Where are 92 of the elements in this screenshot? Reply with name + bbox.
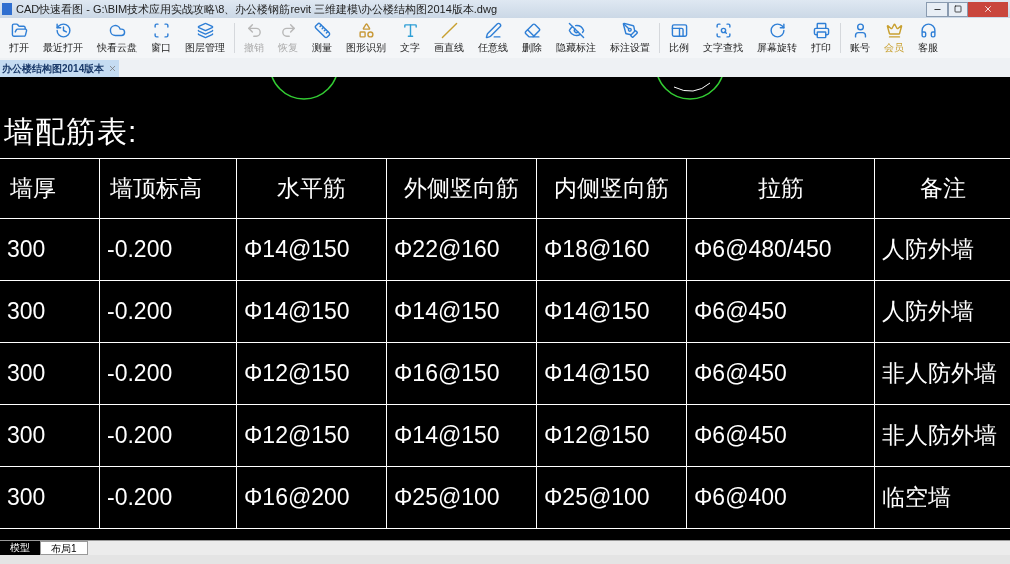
layout-tab[interactable]: 布局1	[40, 541, 88, 555]
headset-icon	[919, 22, 937, 39]
toolbar-button[interactable]: 屏幕旋转	[750, 19, 804, 57]
table-cell: Φ25@100	[387, 467, 537, 528]
toolbar-button[interactable]: 打印	[804, 19, 838, 57]
table-cell-text: 人防外墙	[881, 235, 975, 265]
toolbar-button[interactable]: 删除	[515, 19, 549, 57]
toolbar-button[interactable]: 打开	[2, 19, 36, 57]
column-header: 内侧竖向筋	[537, 159, 687, 218]
toolbar-button[interactable]: 图层管理	[178, 19, 232, 57]
search-icon	[714, 22, 732, 39]
table-cell-text: 临空墙	[881, 483, 952, 513]
table-title: 墙配筋表:	[4, 115, 138, 148]
table-cell: Φ16@200	[237, 467, 387, 528]
shapes-icon	[357, 22, 375, 39]
table-cell-text: 人防外墙	[881, 297, 975, 327]
close-icon	[983, 4, 993, 14]
table-cell: Φ14@150	[387, 405, 537, 466]
toolbar-button[interactable]: 账号	[843, 19, 877, 57]
column-header: 墙厚	[0, 159, 100, 218]
table-cell: Φ25@100	[537, 467, 687, 528]
rotate-icon	[768, 22, 786, 39]
layout-tab[interactable]: 模型	[0, 541, 40, 555]
table-cell: Φ6@450	[687, 343, 875, 404]
table-cell: Φ14@150	[537, 343, 687, 404]
column-header: 外侧竖向筋	[387, 159, 537, 218]
toolbar-button[interactable]: 任意线	[471, 19, 515, 57]
table-cell: -0.200	[100, 281, 237, 342]
pen-tool-icon	[621, 22, 639, 39]
table-cell: 300	[0, 281, 100, 342]
toolbar-button[interactable]: 图形识别	[339, 19, 393, 57]
table-cell: Φ6@480/450	[687, 219, 875, 280]
toolbar-button[interactable]: 最近打开	[36, 19, 90, 57]
table-cell: -0.200	[100, 343, 237, 404]
table-cell: Φ6@450	[687, 281, 875, 342]
toolbar-button[interactable]: 文字查找	[696, 19, 750, 57]
toolbar-button[interactable]: 测量	[305, 19, 339, 57]
printer-icon	[812, 22, 830, 39]
cloud-icon	[108, 22, 126, 39]
text-icon	[401, 22, 419, 39]
column-header: 水平筋	[237, 159, 387, 218]
table-cell: Φ12@150	[237, 405, 387, 466]
table-cell-text: 非人防外墙	[881, 421, 998, 451]
minimize-button[interactable]	[926, 1, 948, 17]
vip-icon	[885, 22, 903, 39]
table-cell: Φ16@150	[387, 343, 537, 404]
app-icon	[2, 3, 12, 15]
layers-icon	[196, 22, 214, 39]
table-cell: Φ12@150	[237, 343, 387, 404]
toolbar-button[interactable]: 隐藏标注	[549, 19, 603, 57]
table-cell: Φ22@160	[387, 219, 537, 280]
eraser-icon	[523, 22, 541, 39]
close-icon[interactable]	[108, 64, 118, 73]
pen-icon	[484, 22, 502, 39]
line-icon	[440, 22, 458, 39]
toolbar-button[interactable]: 比例	[662, 19, 696, 57]
folder-icon	[10, 22, 28, 39]
window-title: CAD快速看图 - G:\BIM技术应用实战攻略\8、办公楼钢筋revit 三维建模\办公楼结构图2014版本.dwg	[16, 1, 498, 17]
table-cell: -0.200	[100, 405, 237, 466]
toolbar-button[interactable]: 窗口	[144, 19, 178, 57]
history-icon	[54, 22, 72, 39]
table-cell: Φ18@160	[537, 219, 687, 280]
toolbar-button[interactable]: 标注设置	[603, 19, 657, 57]
table-cell: 300	[0, 467, 100, 528]
table-cell: 300	[0, 343, 100, 404]
undo-icon	[245, 22, 263, 39]
table-cell-text: 非人防外墙	[881, 359, 998, 389]
table-cell: Φ6@450	[687, 405, 875, 466]
document-tab[interactable]: 办公楼结构图2014版本	[0, 60, 120, 77]
column-header: 拉筋	[687, 159, 875, 218]
eye-off-icon	[567, 22, 585, 39]
table-cell: 300	[0, 219, 100, 280]
redo-icon	[279, 22, 297, 39]
maximize-icon	[954, 5, 962, 13]
column-header: 备注	[918, 174, 967, 204]
table-cell: Φ14@150	[537, 281, 687, 342]
table-cell: -0.200	[100, 219, 237, 280]
toolbar-button[interactable]: 快看云盘	[90, 19, 144, 57]
ruler-icon	[313, 22, 331, 39]
toolbar-button[interactable]: 画直线	[427, 19, 471, 57]
toolbar-button[interactable]: 文字	[393, 19, 427, 57]
table-cell: -0.200	[100, 467, 237, 528]
table-cell: Φ14@150	[387, 281, 537, 342]
table-cell: 300	[0, 405, 100, 466]
table-cell: Φ14@150	[237, 281, 387, 342]
toolbar-button[interactable]: 客服	[911, 19, 945, 57]
table-cell: Φ6@400	[687, 467, 875, 528]
table-cell: Φ12@150	[537, 405, 687, 466]
maximize-button[interactable]	[948, 1, 968, 17]
column-header: 墙顶标高	[100, 159, 237, 218]
table-cell: Φ14@150	[237, 219, 387, 280]
close-button[interactable]	[968, 1, 1008, 17]
